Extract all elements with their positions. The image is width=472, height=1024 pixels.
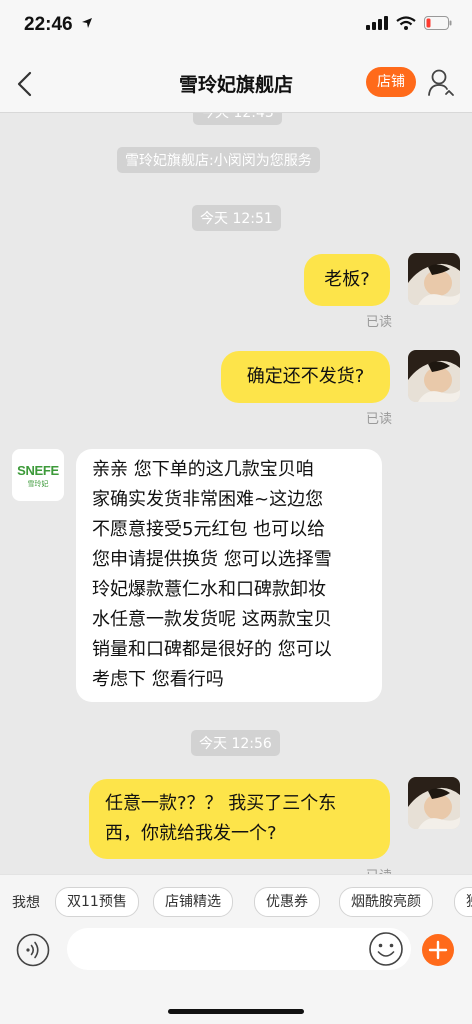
input-bar xyxy=(0,926,472,976)
reply-line: 水任意一款发货呢 这两款宝贝 xyxy=(92,609,332,630)
signal-icon xyxy=(366,16,388,30)
wifi-icon xyxy=(396,16,416,30)
my-message-bubble[interactable]: 老板? xyxy=(304,254,390,306)
quick-chip[interactable]: 独 xyxy=(454,887,472,917)
location-arrow-icon xyxy=(81,18,92,28)
quick-lead-label: 我想 xyxy=(12,895,40,911)
read-status: 已读 xyxy=(366,315,393,330)
shop-button[interactable]: 店铺 xyxy=(366,67,416,97)
timestamp: 今天 12:51 xyxy=(192,205,281,231)
store-reply-text: 亲亲 您下单的这几款宝贝咱 家确实发货非常困难~这边您 不愿意接受5元红包 也可… xyxy=(92,455,382,695)
home-indicator[interactable] xyxy=(168,1009,304,1014)
reply-line: 销量和口碑都是很好的 您可以 xyxy=(92,639,332,660)
chat-area[interactable]: 今天 12:43 雪玲妃旗舰店:小闵闵为您服务 今天 12:51 老板? 已读 … xyxy=(0,113,472,874)
read-status: 已读 xyxy=(366,412,393,427)
timestamp: 今天 12:56 xyxy=(191,730,280,756)
status-time-text: 22:46 xyxy=(24,14,73,35)
store-logo-brand: SNEFE xyxy=(17,463,59,478)
reply-line: 玲妃爆款薏仁水和口碑款卸妆 xyxy=(92,579,326,600)
my-message-bubble[interactable]: 任意一款?？？ 我买了三个东 西，你就给我发一个? xyxy=(89,779,390,859)
status-bar: 22:46 xyxy=(0,0,472,58)
reply-line: 考虑下 您看行吗 xyxy=(92,669,224,690)
message-input[interactable] xyxy=(67,928,411,970)
my-avatar[interactable] xyxy=(408,253,460,305)
message-line: 西，你就给我发一个? xyxy=(105,823,277,844)
my-avatar[interactable] xyxy=(408,777,460,829)
home-indicator-area xyxy=(0,976,472,1024)
store-logo-sub: 雪玲妃 xyxy=(27,480,49,488)
timestamp-partial: 今天 12:43 xyxy=(193,113,282,125)
my-message-text: 任意一款?？？ 我买了三个东 西，你就给我发一个? xyxy=(105,789,385,849)
reply-line: 您申请提供换货 您可以选择雪 xyxy=(92,549,332,570)
quick-chip[interactable]: 店铺精选 xyxy=(153,887,233,917)
avatar-portrait-icon xyxy=(408,777,460,829)
voice-input-icon[interactable] xyxy=(16,933,50,967)
status-indicators xyxy=(366,16,452,30)
store-reply-bubble[interactable]: 亲亲 您下单的这几款宝贝咱 家确实发货非常困难~这边您 不愿意接受5元红包 也可… xyxy=(76,449,382,702)
quick-chip[interactable]: 优惠券 xyxy=(254,887,320,917)
emoji-icon[interactable] xyxy=(368,931,404,967)
avatar-portrait-icon xyxy=(408,350,460,402)
status-time: 22:46 xyxy=(24,14,93,36)
my-avatar[interactable] xyxy=(408,350,460,402)
quick-chip[interactable]: 双11预售 xyxy=(55,887,139,917)
quick-suggestion-bar: 我想 双11预售 店铺精选 优惠券 烟酰胺亮颜 独 xyxy=(0,874,472,927)
my-message-bubble[interactable]: 确定还不发货? xyxy=(221,351,390,403)
avatar-portrait-icon xyxy=(408,253,460,305)
reply-line: 家确实发货非常困难~这边您 xyxy=(92,489,324,510)
user-profile-icon[interactable] xyxy=(427,68,457,98)
reply-line: 亲亲 您下单的这几款宝贝咱 xyxy=(92,459,314,480)
reply-line: 不愿意接受5元红包 也可以给 xyxy=(92,519,326,540)
store-logo-avatar[interactable]: SNEFE 雪玲妃 xyxy=(12,449,64,501)
nav-bar: 雪玲妃旗舰店 店铺 xyxy=(0,58,472,113)
quick-chip[interactable]: 烟酰胺亮颜 xyxy=(339,887,433,917)
plus-add-icon[interactable] xyxy=(421,933,455,967)
message-line: 任意一款?？？ 我买了三个东 xyxy=(105,793,337,814)
read-status: 已读 xyxy=(366,865,392,874)
battery-low-icon xyxy=(424,16,452,30)
service-notice: 雪玲妃旗舰店:小闵闵为您服务 xyxy=(117,147,320,173)
